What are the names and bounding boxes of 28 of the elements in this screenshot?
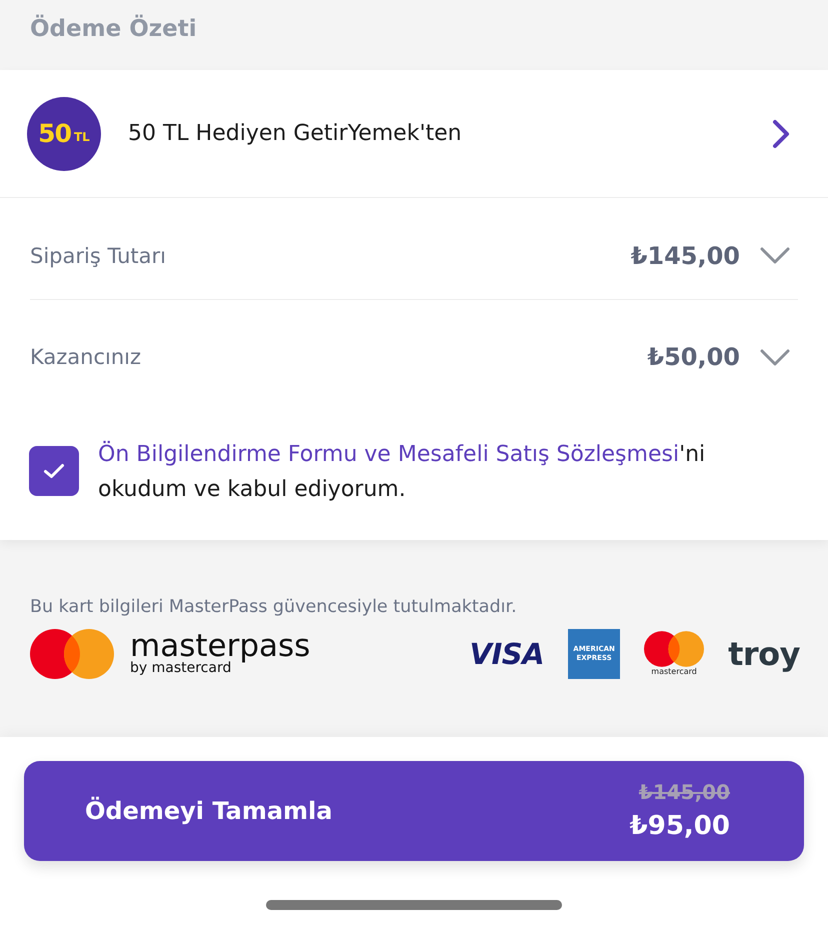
summary-row[interactable]: Sipariş Tutarı ₺145,00 <box>30 198 798 300</box>
agreement-checkbox[interactable] <box>29 446 79 496</box>
old-total: ₺145,00 <box>638 779 730 805</box>
section-title: Ödeme Özeti <box>30 16 197 42</box>
summary-amount: ₺50,00 <box>647 342 740 372</box>
agreement-link[interactable]: Ön Bilgilendirme Formu ve Mesafeli Satış Sözleşmesi <box>98 442 680 467</box>
security-note: Bu kart bilgileri MasterPass güvencesiyle tutulmaktadır. <box>30 596 518 619</box>
promo-row[interactable]: 50 TL 50 TL Hediyen GetirYemek'ten <box>0 70 828 198</box>
gift-amount-badge: 50 TL <box>27 96 101 170</box>
chevron-right-icon[interactable] <box>772 118 790 148</box>
masterpass-tagline: by mastercard <box>130 660 232 676</box>
total-price: ₺95,00 <box>630 810 730 843</box>
agreement-text: Ön Bilgilendirme Formu ve Mesafeli Satış Sözleşmesi'ni okudum ve kabul ediyorum. <box>98 440 706 504</box>
promo-label: 50 TL Hediyen GetirYemek'ten <box>128 120 463 148</box>
summary-amount: ₺145,00 <box>630 240 740 270</box>
check-icon <box>43 463 65 479</box>
mastercard-circles-icon <box>30 629 114 679</box>
visa-logo: VISA <box>470 637 544 671</box>
pay-button[interactable]: Ödemeyi Tamamla ₺145,00 ₺95,00 <box>24 761 804 861</box>
mastercard-caption: mastercard <box>651 667 697 677</box>
summary-label: Sipariş Tutarı <box>30 242 167 270</box>
summary-label: Kazancınız <box>30 344 142 371</box>
masterpass-wordmark: masterpass <box>130 632 310 660</box>
chevron-down-icon[interactable] <box>760 247 790 264</box>
troy-logo: troy <box>728 637 800 671</box>
mastercard-circles-icon <box>644 631 704 667</box>
summary-row[interactable]: Kazancınız ₺50,00 <box>30 300 798 400</box>
chevron-down-icon[interactable] <box>760 348 790 366</box>
